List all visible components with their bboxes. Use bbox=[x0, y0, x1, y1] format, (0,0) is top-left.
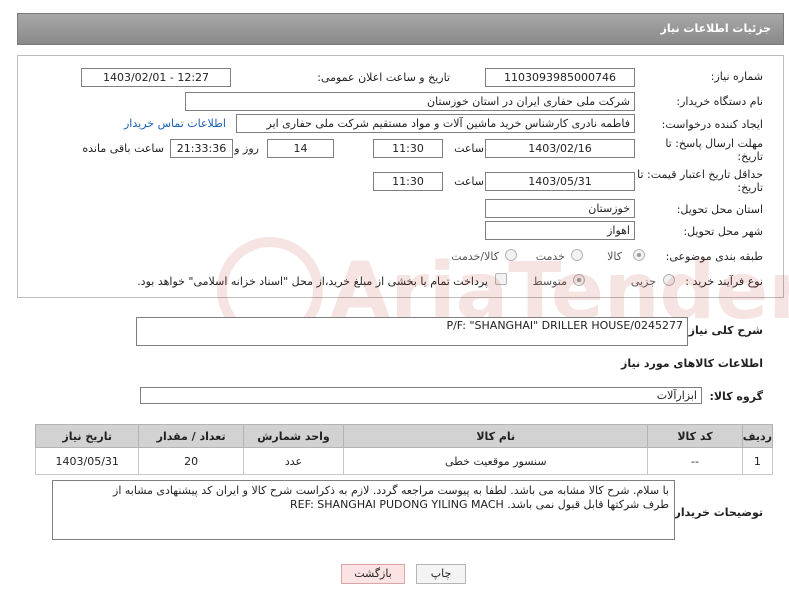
cell-need-date: 1403/05/31 bbox=[34, 447, 140, 475]
process-partial-radio[interactable] bbox=[663, 274, 675, 286]
announce-field: 1403/02/01 - 12:27 bbox=[81, 68, 231, 87]
col-date-header: تاریخ نیاز bbox=[34, 424, 140, 448]
buyer-notes-field: با سلام. شرح کالا مشابه می باشد. لطفا به… bbox=[52, 480, 675, 540]
treasury-payment-note: پرداخت تمام یا بخشی از مبلغ خرید،از محل … bbox=[137, 275, 488, 288]
summary-field: P/F: "SHANGHAI" DRILLER HOUSE/0245277 bbox=[136, 317, 688, 346]
validity-label: حداقل تاریخ اعتبار قیمت: تا bbox=[637, 168, 763, 181]
buyer-notes-line-2: طرف شرکتها قابل قبول نمی باشد. REF: SHAN… bbox=[290, 498, 669, 511]
summary-label: شرح کلی نیاز: bbox=[684, 324, 763, 337]
city-field: اهواز bbox=[485, 221, 635, 240]
process-partial-label: جزیی bbox=[630, 275, 656, 288]
cell-goods-code: -- bbox=[647, 447, 743, 475]
process-medium-radio[interactable] bbox=[573, 274, 585, 286]
page-header: جزئیات اطلاعات نیاز bbox=[17, 13, 784, 45]
category-goods-service-radio[interactable] bbox=[505, 249, 517, 261]
deadline-date-field: 1403/02/16 bbox=[485, 139, 635, 158]
cell-row-number: 1 bbox=[741, 447, 774, 475]
col-qty-header: تعداد / مقدار bbox=[138, 424, 244, 448]
buyer-org-field: شرکت ملی حفاری ایران در استان خوزستان bbox=[185, 92, 635, 111]
remaining-time-field: 21:33:36 bbox=[170, 139, 233, 158]
cell-unit: عدد bbox=[242, 447, 345, 475]
table-row: 1 -- سنسور موقعیت خطی عدد 20 1403/05/31 bbox=[34, 447, 774, 475]
remaining-time-label: ساعت باقی مانده bbox=[82, 142, 164, 155]
buyer-notes-line-1: با سلام. شرح کالا مشابه می باشد. لطفا به… bbox=[113, 484, 669, 497]
back-button[interactable]: بازگشت bbox=[341, 564, 405, 584]
category-service-radio[interactable] bbox=[571, 249, 583, 261]
col-row-header: ردیف bbox=[741, 424, 774, 448]
province-field: خوزستان bbox=[485, 199, 635, 218]
goods-group-field: ابزارآلات bbox=[140, 387, 702, 404]
buyer-notes-label: توضیحات خریدار: bbox=[670, 506, 763, 519]
process-medium-label: متوسط bbox=[532, 275, 567, 288]
validity-time-field: 11:30 bbox=[373, 172, 443, 191]
goods-table: ردیف کد کالا نام کالا واحد شمارش تعداد /… bbox=[34, 424, 774, 475]
goods-section-title: اطلاعات کالاهای مورد نیاز bbox=[621, 357, 763, 370]
goods-group-label: گروه کالا: bbox=[709, 390, 763, 403]
validity-time-label: ساعت bbox=[454, 175, 484, 188]
col-code-header: کد کالا bbox=[647, 424, 743, 448]
page-title: جزئیات اطلاعات نیاز bbox=[660, 22, 772, 35]
buyer-org-label: نام دستگاه خریدار: bbox=[676, 95, 763, 108]
days-remaining-field: 14 bbox=[267, 139, 334, 158]
requester-label: ایجاد کننده درخواست: bbox=[661, 118, 763, 131]
col-name-header: نام کالا bbox=[343, 424, 649, 448]
requester-field: فاطمه نادری کارشناس خرید ماشین آلات و مو… bbox=[236, 114, 635, 133]
city-label: شهر محل تحویل: bbox=[683, 225, 763, 238]
deadline-date-label: تاریخ: bbox=[737, 150, 763, 163]
col-unit-header: واحد شمارش bbox=[242, 424, 345, 448]
treasury-payment-checkbox[interactable] bbox=[495, 273, 507, 285]
deadline-time-field: 11:30 bbox=[373, 139, 443, 158]
category-service-label: خدمت bbox=[535, 250, 565, 263]
deadline-label: مهلت ارسال پاسخ: تا bbox=[665, 137, 763, 150]
announce-label: تاریخ و ساعت اعلان عمومی: bbox=[317, 71, 450, 84]
need-number-field: 1103093985000746 bbox=[485, 68, 635, 87]
cell-goods-name: سنسور موقعیت خطی bbox=[343, 447, 649, 475]
province-label: استان محل تحویل: bbox=[676, 203, 763, 216]
process-label: نوع فرآیند خرید : bbox=[685, 275, 763, 288]
category-goods-label: کالا bbox=[607, 250, 622, 263]
print-button[interactable]: چاپ bbox=[416, 564, 466, 584]
deadline-time-label: ساعت bbox=[454, 142, 484, 155]
cell-quantity: 20 bbox=[138, 447, 244, 475]
buyer-contact-link[interactable]: اطلاعات تماس خریدار bbox=[124, 117, 226, 130]
category-label: طبقه بندی موضوعی: bbox=[665, 250, 763, 263]
validity-date-label: تاریخ: bbox=[737, 181, 763, 194]
validity-date-field: 1403/05/31 bbox=[485, 172, 635, 191]
days-label: روز و bbox=[234, 142, 259, 155]
need-number-label: شماره نیاز: bbox=[710, 70, 763, 83]
category-goods-radio[interactable] bbox=[633, 249, 645, 261]
table-header-row: ردیف کد کالا نام کالا واحد شمارش تعداد /… bbox=[34, 424, 774, 448]
category-goods-service-label: کالا/خدمت bbox=[451, 250, 499, 263]
